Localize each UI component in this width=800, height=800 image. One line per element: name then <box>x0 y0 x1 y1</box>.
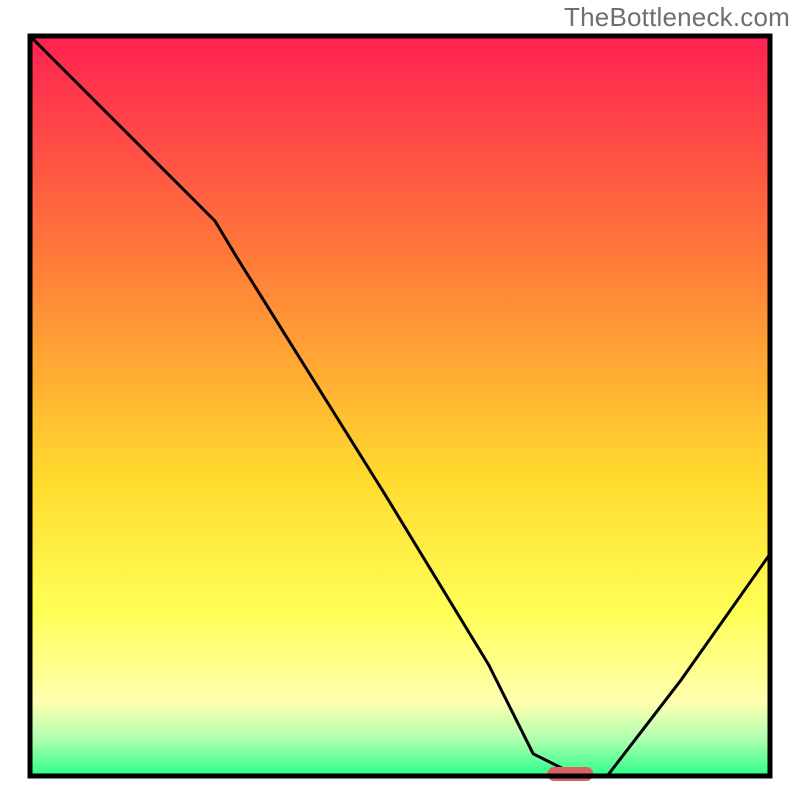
bottleneck-chart <box>0 0 800 800</box>
chart-container: TheBottleneck.com <box>0 0 800 800</box>
watermark-label: TheBottleneck.com <box>564 2 790 33</box>
